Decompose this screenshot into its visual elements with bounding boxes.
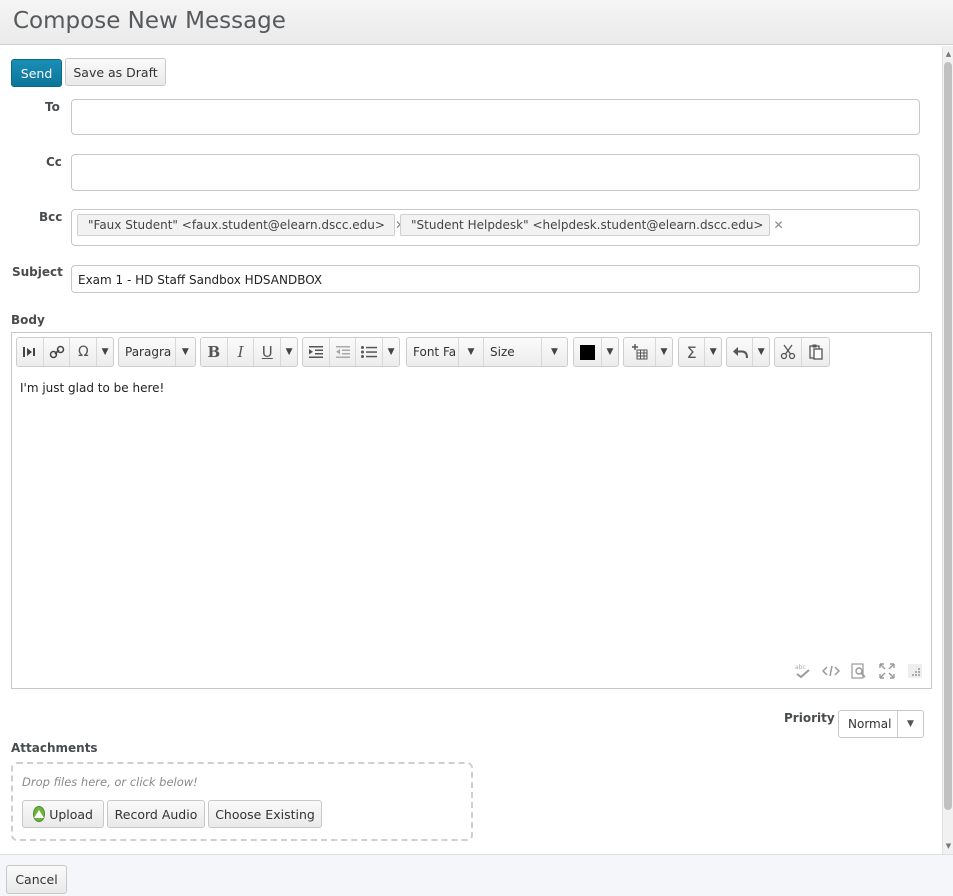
bullet-list-icon[interactable] <box>356 338 384 366</box>
chevron-down-icon[interactable]: ▼ <box>281 338 297 366</box>
resize-handle-icon[interactable] <box>905 662 925 680</box>
undo-icon[interactable] <box>727 338 754 366</box>
chevron-down-icon[interactable]: ▼ <box>383 338 399 366</box>
scroll-down-icon[interactable]: ▼ <box>943 840 953 852</box>
insert-link-icon[interactable] <box>44 338 71 366</box>
subject-value: Exam 1 - HD Staff Sandbox HDSANDBOX <box>78 273 323 287</box>
equation-group: Σ ▼ <box>678 337 722 367</box>
body-label: Body <box>11 313 45 327</box>
cancel-button[interactable]: Cancel <box>6 865 67 894</box>
cc-label: Cc <box>46 155 62 169</box>
body-editor[interactable]: Ω ▼ Paragra ▼ B I U ▼ ▼ Font Fa ▼ Size ▼… <box>11 332 932 689</box>
message-body-text: I'm just glad to be here! <box>20 381 165 395</box>
editor-status-icons: abc <box>793 662 925 680</box>
choose-existing-button[interactable]: Choose Existing <box>208 800 322 828</box>
to-field[interactable] <box>71 99 920 135</box>
attachments-label: Attachments <box>11 741 98 755</box>
file-dropzone[interactable]: Drop files here, or click below! Upload … <box>11 762 473 841</box>
chevron-down-icon[interactable]: ▼ <box>602 338 618 366</box>
color-swatch <box>580 344 595 360</box>
save-draft-button[interactable]: Save as Draft <box>65 58 166 86</box>
chevron-down-icon[interactable]: ▼ <box>542 338 567 366</box>
subject-label: Subject <box>12 265 63 279</box>
bcc-label: Bcc <box>39 210 63 224</box>
dialog-footer: Cancel <box>0 854 953 896</box>
priority-label: Priority <box>784 711 835 725</box>
paragraph-select-label: Paragra <box>119 338 176 366</box>
scroll-up-icon[interactable]: ▲ <box>943 48 953 60</box>
upload-button[interactable]: Upload <box>22 800 104 828</box>
format-group: B I U ▼ <box>200 337 298 367</box>
paragraph-dropdown[interactable]: Paragra ▼ <box>118 337 196 367</box>
outdent-icon[interactable] <box>330 338 357 366</box>
undo-group: ▼ <box>726 337 770 367</box>
text-color-group: ▼ <box>573 337 619 367</box>
chevron-down-icon[interactable]: ▼ <box>97 338 113 366</box>
font-group: Font Fa ▼ Size ▼ <box>406 337 568 367</box>
chevron-down-icon[interactable]: ▼ <box>459 338 484 366</box>
indent-icon[interactable] <box>303 338 330 366</box>
font-family-select-label[interactable]: Font Fa <box>407 338 459 366</box>
chevron-down-icon[interactable]: ▼ <box>753 338 769 366</box>
priority-value: Normal <box>848 717 892 731</box>
spellcheck-icon[interactable]: abc <box>793 662 813 680</box>
special-character-icon[interactable]: Ω <box>70 338 98 366</box>
insert-media-icon[interactable] <box>17 338 44 366</box>
page-title: Compose New Message <box>13 8 286 34</box>
underline-icon[interactable]: U <box>254 338 282 366</box>
remove-recipient-icon[interactable]: ✕ <box>773 218 783 232</box>
to-label: To <box>45 100 60 114</box>
recipient-chip: "Student Helpdesk" <helpdesk.student@ele… <box>400 214 784 236</box>
chevron-down-icon[interactable]: ▼ <box>176 338 195 366</box>
chevron-down-icon[interactable]: ▼ <box>705 338 721 366</box>
equation-icon[interactable]: Σ <box>679 338 706 366</box>
send-button[interactable]: Send <box>11 59 62 87</box>
record-audio-button[interactable]: Record Audio <box>107 800 205 828</box>
italic-icon[interactable]: I <box>228 338 255 366</box>
cut-icon[interactable] <box>775 338 803 366</box>
insert-table-icon[interactable] <box>624 338 656 366</box>
svg-text:abc: abc <box>795 664 806 671</box>
fullscreen-icon[interactable] <box>877 662 897 680</box>
cc-field[interactable] <box>71 154 920 191</box>
preview-icon[interactable] <box>849 662 869 680</box>
dropzone-hint: Drop files here, or click below! <box>22 775 198 789</box>
page-header: Compose New Message <box>0 0 953 45</box>
list-group: ▼ <box>302 337 400 367</box>
priority-select[interactable]: Normal ▼ <box>838 710 924 738</box>
insert-group: Ω ▼ <box>16 337 114 367</box>
compose-form: Send Save as Draft To Cc Bcc "Faux Stude… <box>0 46 942 854</box>
paste-icon[interactable] <box>802 338 829 366</box>
source-code-icon[interactable] <box>821 662 841 680</box>
recipient-chip-label: "Student Helpdesk" <helpdesk.student@ele… <box>411 218 764 232</box>
recipient-chip: "Faux Student" <faux.student@elearn.dscc… <box>77 214 405 236</box>
chevron-down-icon: ▼ <box>897 711 923 737</box>
upload-icon <box>33 806 46 822</box>
font-size-select-label[interactable]: Size <box>484 338 542 366</box>
bcc-field[interactable]: "Faux Student" <faux.student@elearn.dscc… <box>71 209 920 246</box>
recipient-chip-label: "Faux Student" <faux.student@elearn.dscc… <box>88 218 385 232</box>
editor-toolbar: Ω ▼ Paragra ▼ B I U ▼ ▼ Font Fa ▼ Size ▼… <box>16 337 926 367</box>
scrollbar-thumb[interactable] <box>944 62 952 810</box>
text-color-icon[interactable] <box>574 338 602 366</box>
table-group: ▼ <box>623 337 673 367</box>
upload-label: Upload <box>49 806 93 822</box>
chevron-down-icon[interactable]: ▼ <box>656 338 672 366</box>
subject-input[interactable]: Exam 1 - HD Staff Sandbox HDSANDBOX <box>71 265 920 293</box>
scrollbar[interactable]: ▲ ▼ <box>942 46 953 854</box>
clipboard-group <box>774 337 830 367</box>
bold-icon[interactable]: B <box>201 338 228 366</box>
